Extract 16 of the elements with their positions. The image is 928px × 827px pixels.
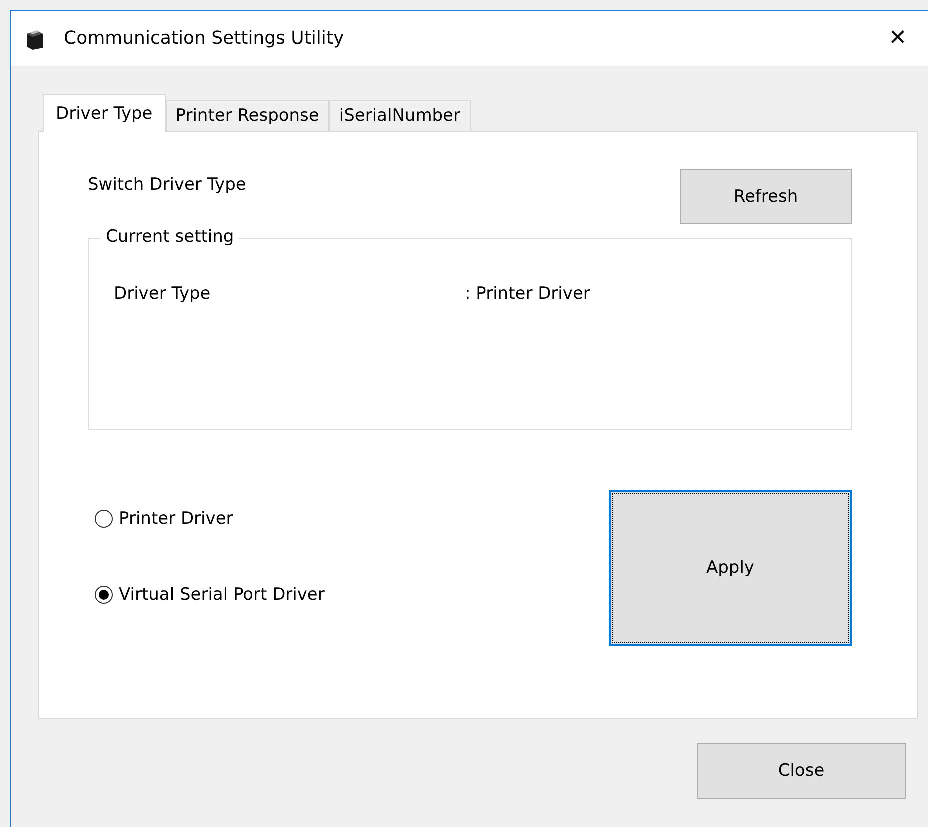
window-title: Communication Settings Utility — [64, 28, 344, 49]
refresh-button[interactable]: Refresh — [680, 169, 852, 224]
tab[interactable]: iSerialNumber — [329, 100, 470, 131]
apply-button[interactable]: Apply — [609, 490, 852, 646]
close-button[interactable]: Close — [697, 743, 906, 799]
section-heading: Switch Driver Type — [88, 175, 246, 195]
group-legend: Current setting — [101, 227, 240, 247]
setting-label: Driver Type — [114, 284, 212, 304]
radio-label: Virtual Serial Port Driver — [119, 585, 325, 605]
radio-label: Printer Driver — [119, 509, 234, 529]
radio-button[interactable] — [95, 510, 113, 528]
tab[interactable]: Printer Response — [166, 100, 330, 131]
tab[interactable]: Driver Type — [43, 94, 166, 132]
printer-icon — [25, 28, 45, 50]
setting-value: : Printer Driver — [465, 284, 590, 304]
radio-button[interactable] — [95, 586, 113, 604]
